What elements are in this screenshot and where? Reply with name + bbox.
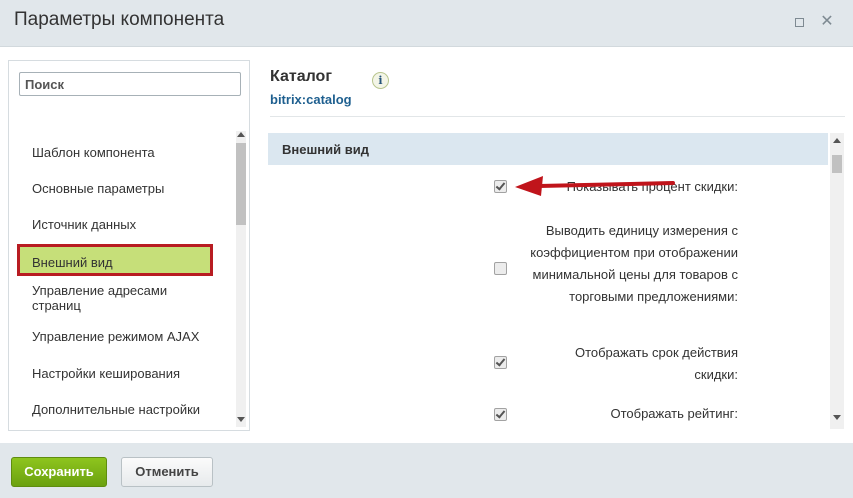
- sidebar-item-url-management[interactable]: Управление адресами страниц: [32, 283, 212, 313]
- param-label: Выводить единицу измерения с коэффициент…: [530, 223, 738, 304]
- scroll-up-icon[interactable]: [833, 138, 841, 143]
- sidebar-item-template[interactable]: Шаблон компонента: [32, 145, 212, 160]
- maximize-icon[interactable]: [791, 14, 807, 30]
- sidebar-item-additional[interactable]: Дополнительные настройки: [32, 402, 212, 417]
- scroll-thumb[interactable]: [832, 155, 842, 173]
- divider: [270, 116, 845, 117]
- search-input[interactable]: [19, 72, 241, 96]
- scroll-thumb[interactable]: [236, 143, 246, 225]
- scroll-down-icon[interactable]: [237, 417, 245, 422]
- red-arrow-annotation: [515, 176, 675, 196]
- sidebar-item-appearance[interactable]: Внешний вид: [17, 244, 213, 276]
- checkbox-show-discount-percent[interactable]: [494, 180, 507, 193]
- checkbox-show-measure-unit[interactable]: [494, 262, 507, 275]
- sidebar-item-ajax[interactable]: Управление режимом AJAX: [32, 329, 212, 344]
- param-label: Отображать срок действия скидки:: [574, 345, 738, 382]
- sidebar-scrollbar[interactable]: [234, 131, 246, 427]
- sidebar-item-data-source[interactable]: Источник данных: [32, 217, 212, 232]
- sidebar-item-caching[interactable]: Настройки кеширования: [32, 366, 212, 381]
- cancel-button[interactable]: Отменить: [121, 457, 213, 487]
- component-code: bitrix:catalog: [270, 92, 352, 107]
- params-scrollbar[interactable]: [830, 133, 844, 429]
- scroll-up-icon[interactable]: [237, 132, 245, 137]
- sidebar-item-main-params[interactable]: Основные параметры: [32, 181, 212, 196]
- info-icon[interactable]: i: [372, 72, 389, 89]
- section-title: Внешний вид: [282, 142, 369, 157]
- close-icon[interactable]: ✕: [819, 14, 835, 30]
- title-bar: Параметры компонента ✕: [0, 0, 853, 47]
- sidebar: Шаблон компонента Основные параметры Ист…: [8, 60, 250, 431]
- scroll-down-icon[interactable]: [833, 415, 841, 420]
- component-heading: Каталог: [270, 68, 332, 85]
- section-header: Внешний вид: [268, 133, 828, 165]
- param-label: Отображать рейтинг:: [610, 406, 738, 421]
- checkbox-show-discount-term[interactable]: [494, 356, 507, 369]
- save-button[interactable]: Сохранить: [11, 457, 107, 487]
- dialog-title: Параметры компонента: [14, 9, 225, 30]
- checkbox-show-rating[interactable]: [494, 408, 507, 421]
- footer-bar: Сохранить Отменить: [0, 443, 853, 498]
